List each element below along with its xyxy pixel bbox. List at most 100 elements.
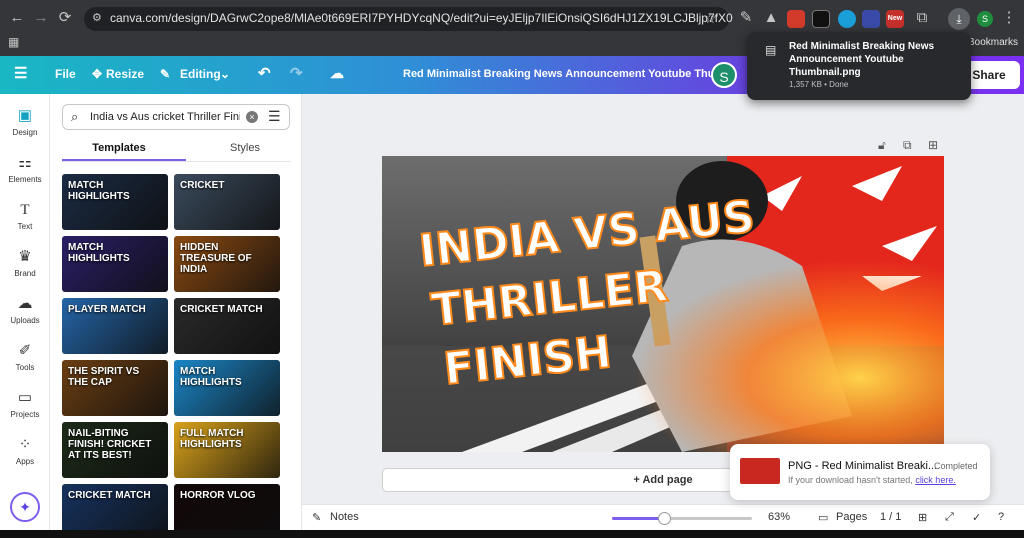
notes-icon[interactable]: ✎ xyxy=(312,511,321,524)
rail-item-projects[interactable]: ▭ Projects xyxy=(0,389,50,420)
extension-icon[interactable] xyxy=(812,10,830,28)
rail-item-apps[interactable]: ⁘ Apps xyxy=(0,437,50,467)
file-icon: ▤ xyxy=(765,43,777,57)
magic-sparkle-button[interactable]: ✦ xyxy=(10,492,40,522)
address-bar[interactable]: ⚙ canva.com/design/DAGrwC2ope8/MlAe0t669… xyxy=(84,7,733,31)
template-thumbnail[interactable]: CRICKET xyxy=(174,174,280,230)
edit-icon[interactable]: ✎ xyxy=(735,7,757,29)
page: ← → ⟳ ⚙ canva.com/design/DAGrwC2ope8/MlA… xyxy=(0,0,1024,538)
url-text[interactable]: canva.com/design/DAGrwC2ope8/MlAe0t669ER… xyxy=(110,11,733,25)
design-canvas[interactable]: INDIA VS AUS THRILLER FINISH xyxy=(382,156,944,452)
lock-icon[interactable]: 🔓︎ xyxy=(878,138,886,153)
pencil-icon: ✎ xyxy=(160,67,171,81)
resize-button[interactable]: Resize xyxy=(106,67,144,81)
back-icon[interactable]: ← xyxy=(6,7,28,29)
apps-grid-icon[interactable]: ▦ xyxy=(8,35,19,49)
extensions-puzzle-icon[interactable]: ⧉ xyxy=(911,7,933,29)
rail-label: Brand xyxy=(14,269,36,278)
cloud-sync-icon[interactable]: ☁ xyxy=(330,65,344,82)
toast-status: Completed xyxy=(934,461,978,471)
file-menu[interactable]: File xyxy=(55,67,76,81)
new-badge[interactable]: New xyxy=(886,10,904,28)
zoom-level[interactable]: 63% xyxy=(768,511,790,523)
search-input[interactable]: India vs Aus cricket Thriller Finish xyxy=(90,111,240,123)
template-thumbnail[interactable]: HIDDEN TREASURE OF INDIA xyxy=(174,236,280,292)
rail-item-brand[interactable]: ♛ Brand xyxy=(0,249,50,279)
pages-icon[interactable]: ▭ xyxy=(818,511,828,524)
pages-button[interactable]: Pages xyxy=(836,511,867,523)
clear-search-icon[interactable]: × xyxy=(246,111,258,123)
forward-icon[interactable]: → xyxy=(30,7,52,29)
profile-avatar[interactable]: S xyxy=(977,11,993,27)
download-icon[interactable]: ⤓ xyxy=(948,8,970,30)
template-thumbnail[interactable]: THE SPIRIT VS THE CAP xyxy=(62,360,168,416)
download-popup[interactable]: ▤ Red Minimalist Breaking News Announcem… xyxy=(747,32,971,100)
zoom-slider[interactable] xyxy=(612,512,752,525)
rail-label: Uploads xyxy=(10,316,40,325)
os-taskbar xyxy=(0,530,1024,538)
rail-item-tools[interactable]: ✐ Tools xyxy=(0,343,50,373)
tab-templates[interactable]: Templates xyxy=(62,142,176,154)
template-thumbnail[interactable]: FULL MATCH HIGHLIGHTS xyxy=(174,422,280,478)
upload-cloud-icon: ☁ xyxy=(17,295,33,312)
rail-item-text[interactable]: T Text xyxy=(0,202,50,231)
rail-item-design[interactable]: ▣ Design xyxy=(0,108,50,138)
click-here-link[interactable]: click here. xyxy=(915,475,956,485)
rail-label: Tools xyxy=(15,363,35,372)
editing-mode-button[interactable]: Editing xyxy=(180,67,221,81)
reload-icon[interactable]: ⟳ xyxy=(54,7,76,29)
tab-styles[interactable]: Styles xyxy=(188,142,302,154)
duplicate-icon[interactable]: ⧉ xyxy=(903,138,912,153)
extension-icon[interactable] xyxy=(787,10,805,28)
template-thumbnail[interactable]: NAIL-BITING FINISH! CRICKET AT ITS BEST! xyxy=(62,422,168,478)
template-thumbnail[interactable]: MATCH HIGHLIGHTS xyxy=(62,174,168,230)
grid-view-icon[interactable]: ⊞ xyxy=(918,511,927,524)
template-thumbnail[interactable]: PLAYER MATCH xyxy=(62,298,168,354)
extension-icon[interactable] xyxy=(838,10,856,28)
help-icon[interactable]: ? xyxy=(998,511,1004,523)
fullscreen-icon[interactable]: ⤢ xyxy=(945,511,954,524)
download-toast: PNG - Red Minimalist Breaki... Completed… xyxy=(730,444,990,500)
extension-shield-icon[interactable] xyxy=(862,10,880,28)
undo-icon[interactable]: ↶ xyxy=(258,64,271,82)
redo-icon[interactable]: ↷ xyxy=(290,64,303,82)
hamburger-menu-icon[interactable]: ☰ xyxy=(14,64,27,82)
toast-subtext: If your download hasn't started, click h… xyxy=(788,475,956,485)
template-thumbnail-text: HORROR VLOG xyxy=(180,490,256,501)
zoom-fill xyxy=(612,517,664,520)
template-thumbnail[interactable]: MATCH HIGHLIGHTS xyxy=(62,236,168,292)
bookmarks-folder[interactable]: Bookmarks xyxy=(968,37,1018,48)
rail-label: Apps xyxy=(15,457,35,466)
menu-kebab-icon[interactable]: ⋮ xyxy=(998,7,1020,29)
rail-item-uploads[interactable]: ☁ Uploads xyxy=(0,295,50,326)
folder-icon: ▭ xyxy=(17,389,33,406)
user-avatar[interactable]: S xyxy=(711,62,737,88)
rail-item-elements[interactable]: ⚏ Elements xyxy=(0,155,50,185)
template-thumbnail-text: CRICKET MATCH xyxy=(68,490,151,501)
extension-triangle-icon[interactable]: ▲ xyxy=(760,7,782,29)
zoom-slider-handle[interactable] xyxy=(657,512,671,525)
template-thumbnail[interactable]: MATCH HIGHLIGHTS xyxy=(174,360,280,416)
notes-button[interactable]: Notes xyxy=(330,511,359,523)
download-file-name[interactable]: Red Minimalist Breaking News Announcemen… xyxy=(789,40,959,79)
page-count: 1 / 1 xyxy=(880,511,902,523)
bookmark-star-icon[interactable]: ☆ xyxy=(704,10,717,27)
template-thumbnail[interactable]: CRICKET MATCH xyxy=(174,298,280,354)
panel-tabs: Templates Styles xyxy=(62,138,290,162)
toast-title: PNG - Red Minimalist Breaki... xyxy=(788,460,938,472)
active-tab-indicator xyxy=(62,159,186,161)
site-info-icon[interactable]: ⚙ xyxy=(92,12,104,24)
rail-label: Design xyxy=(12,128,38,137)
template-thumbnail-text: THE SPIRIT VS THE CAP xyxy=(68,366,140,388)
rail-label: Text xyxy=(17,222,33,231)
template-thumbnail-text: CRICKET xyxy=(180,180,225,191)
chevron-down-icon[interactable]: ⌄ xyxy=(220,67,230,81)
template-thumbnail-text: HIDDEN TREASURE OF INDIA xyxy=(180,242,252,275)
rail-label: Elements xyxy=(8,175,42,184)
filter-icon[interactable]: ☰ xyxy=(268,108,281,125)
add-page-icon[interactable]: ⊞ xyxy=(928,138,938,152)
search-box[interactable]: ⌕ India vs Aus cricket Thriller Finish ×… xyxy=(62,104,290,130)
check-circle-icon[interactable]: ✓ xyxy=(972,511,981,524)
thumbnail-artwork: INDIA VS AUS THRILLER FINISH xyxy=(382,156,944,452)
document-title[interactable]: Red Minimalist Breaking News Announcemen… xyxy=(403,68,724,80)
